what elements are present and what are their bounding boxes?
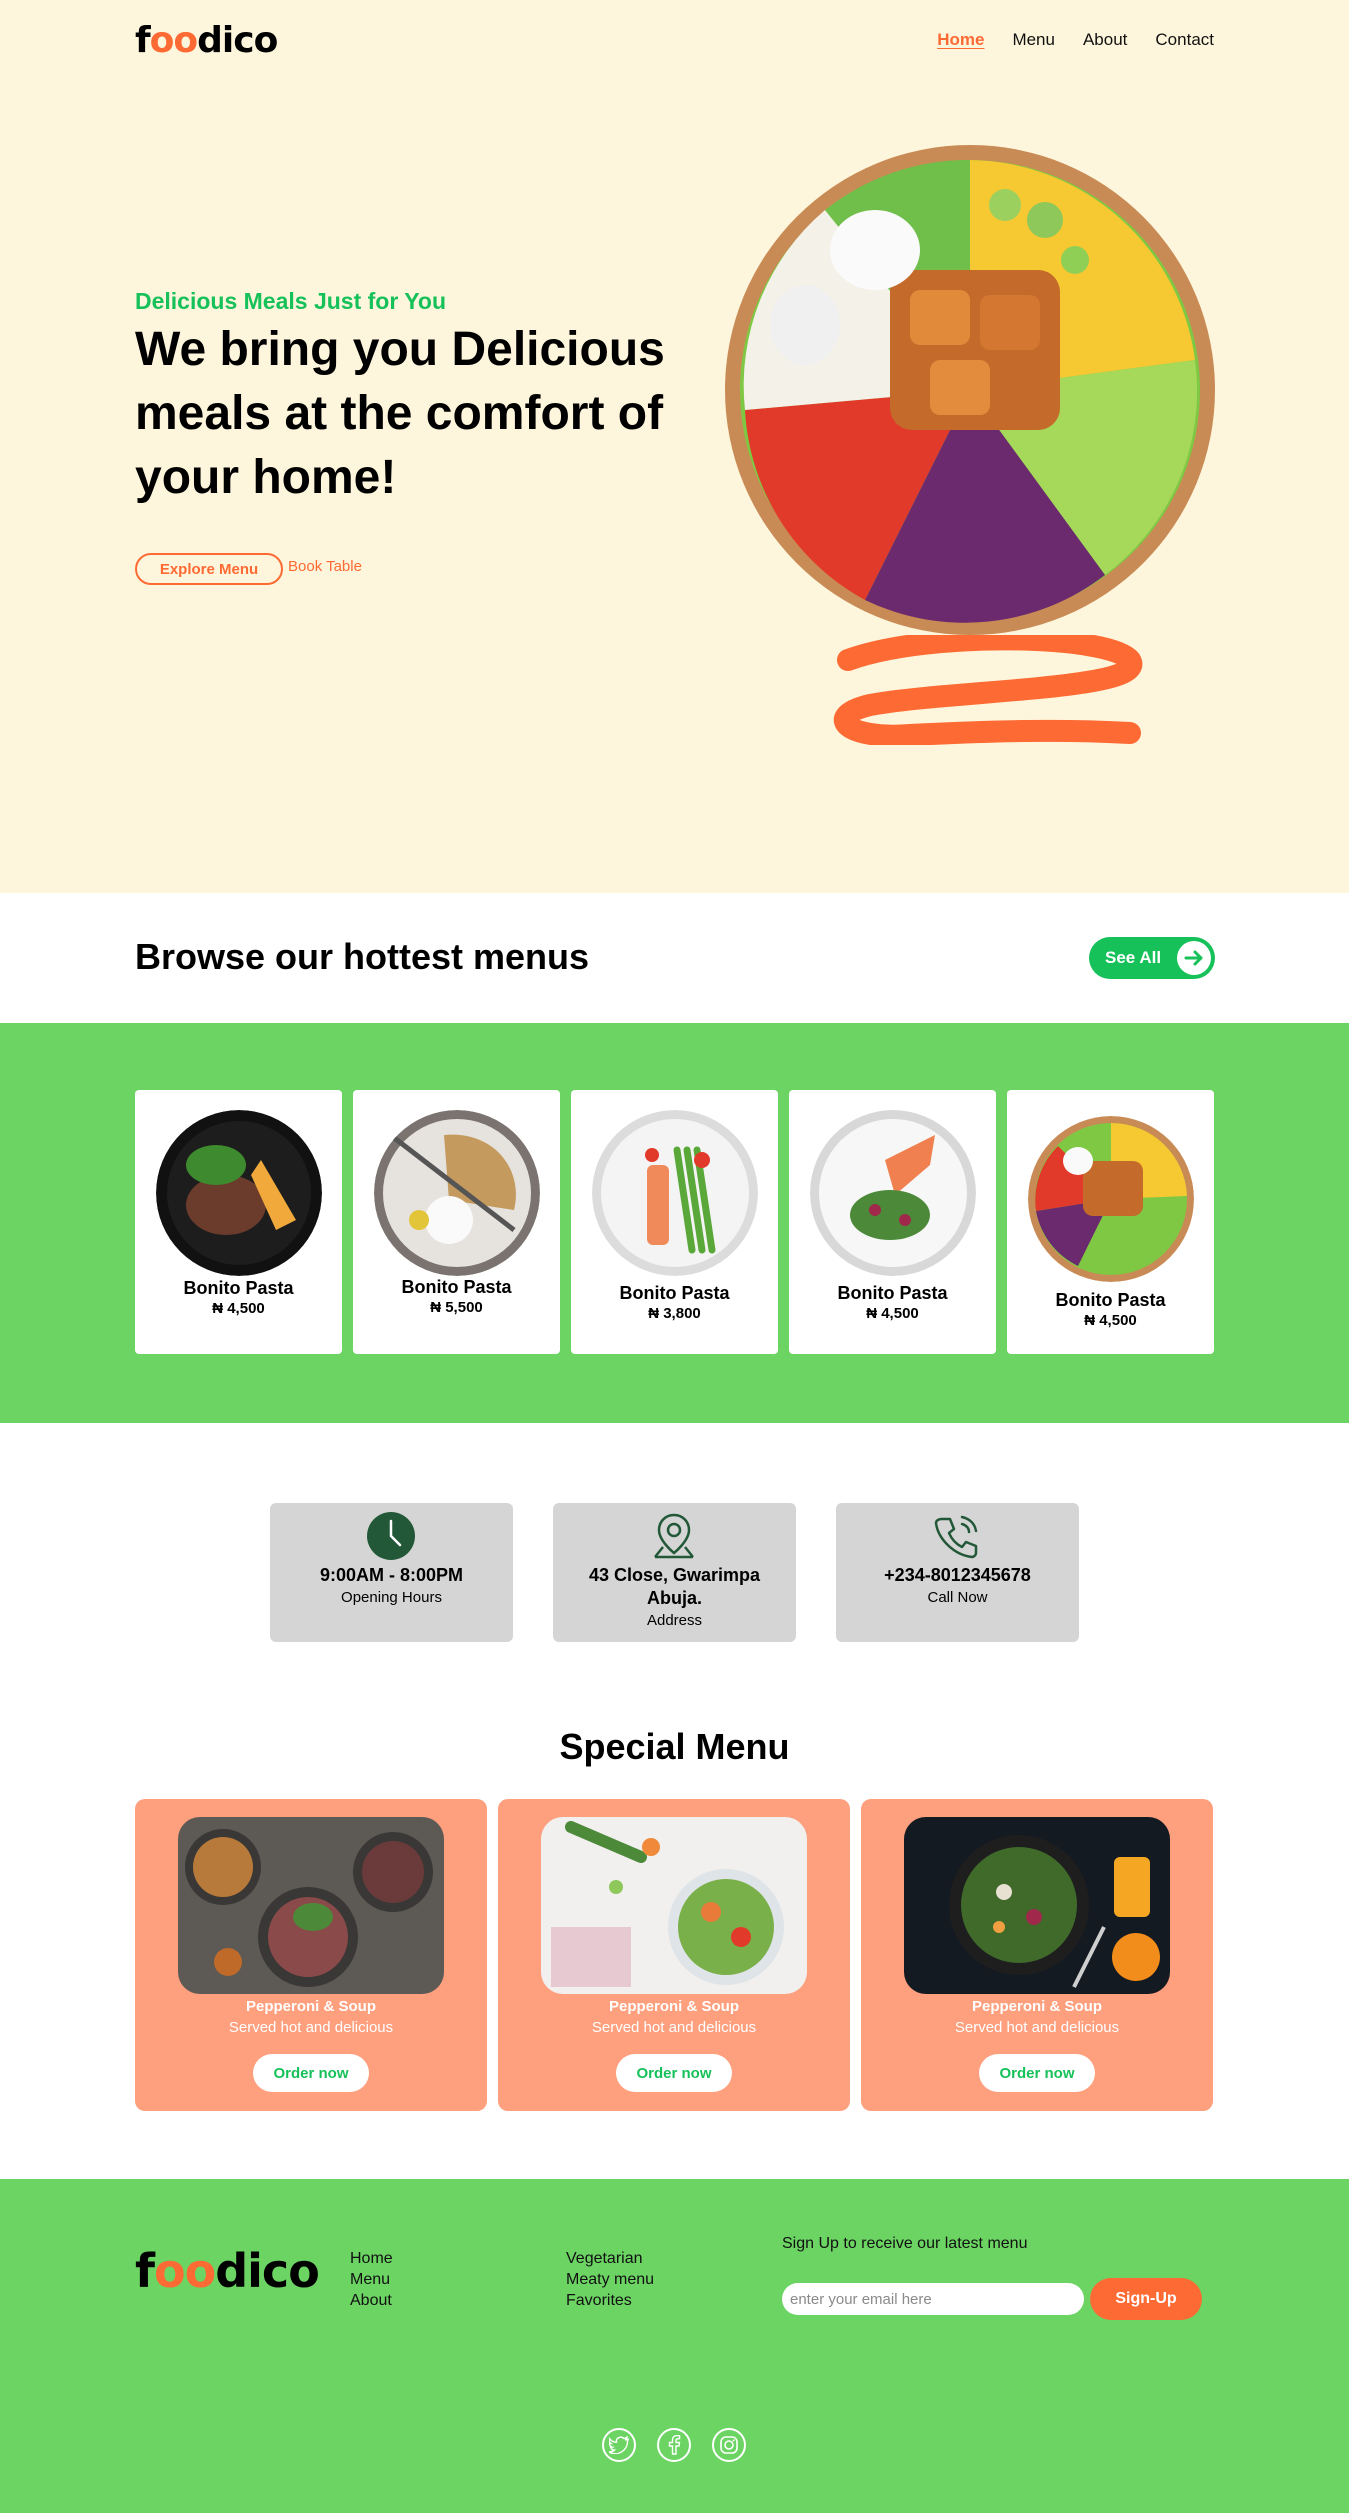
hero-headline: We bring you Delicious meals at the comf… xyxy=(135,323,665,504)
address-value: 43 Close, Gwarimpa Abuja. xyxy=(553,1564,796,1610)
orange-brush-stroke xyxy=(833,635,1143,745)
footer-links-categories: Vegetarian Meaty menu Favorites xyxy=(566,2248,654,2311)
address-label: Address xyxy=(646,1612,703,1629)
main-nav: Home Menu About Contact xyxy=(937,30,1214,50)
footer-link-about[interactable]: About xyxy=(350,2290,393,2311)
hero-tagline: Delicious Meals Just for You xyxy=(135,288,447,314)
arrow-right-icon xyxy=(1177,941,1211,975)
info-address-box: 43 Close, Gwarimpa Abuja. Address xyxy=(553,1503,796,1642)
twitter-icon[interactable] xyxy=(602,2428,636,2462)
special-item-name: Pepperoni & Soup xyxy=(608,1998,739,2015)
special-card: Pepperoni & Soup Served hot and deliciou… xyxy=(861,1799,1213,2111)
footer-link-menu[interactable]: Menu xyxy=(350,2269,393,2290)
opening-hours-value: 9:00AM - 8:00PM xyxy=(319,1565,464,1585)
instagram-icon[interactable] xyxy=(712,2428,746,2462)
signup-label: Sign Up to receive our latest menu xyxy=(782,2235,1028,2252)
logo-text-oo: oo xyxy=(154,2244,216,2298)
special-dish-image-1 xyxy=(178,1817,444,1994)
browse-section-title: Browse our hottest menus xyxy=(135,936,590,977)
menu-item-price: ₦ 4,500 xyxy=(212,1300,265,1317)
menu-item-price: ₦ 4,500 xyxy=(1084,1312,1137,1329)
menu-item-name: Bonito Pasta xyxy=(183,1278,294,1298)
special-item-desc: Served hot and delicious xyxy=(591,2019,757,2036)
menu-item-name: Bonito Pasta xyxy=(619,1283,730,1303)
menu-item-name: Bonito Pasta xyxy=(837,1283,948,1303)
logo-text-oo: oo xyxy=(149,20,198,61)
logo-text-f: f xyxy=(135,20,151,61)
special-item-name: Pepperoni & Soup xyxy=(245,1998,376,2015)
menu-card[interactable]: Bonito Pasta ₦ 4,500 xyxy=(135,1090,342,1354)
special-item-name: Pepperoni & Soup xyxy=(971,1998,1102,2015)
special-card: Pepperoni & Soup Served hot and deliciou… xyxy=(498,1799,850,2111)
location-pin-icon xyxy=(654,1513,694,1559)
nav-menu[interactable]: Menu xyxy=(1012,30,1055,50)
footer-logo[interactable]: foodico xyxy=(135,2244,320,2298)
nav-home[interactable]: Home xyxy=(937,30,984,50)
special-item-desc: Served hot and delicious xyxy=(954,2019,1120,2036)
footer-link-meaty-menu[interactable]: Meaty menu xyxy=(566,2269,654,2290)
logo-text-dico: dico xyxy=(197,20,278,61)
footer-link-favorites[interactable]: Favorites xyxy=(566,2290,654,2311)
menu-card[interactable]: Bonito Pasta ₦ 3,800 xyxy=(571,1090,778,1354)
order-now-button[interactable]: Order now xyxy=(979,2054,1095,2092)
hero-section: foodico Home Menu About Contact Deliciou… xyxy=(0,0,1349,893)
menu-item-price: ₦ 3,800 xyxy=(648,1305,701,1322)
hero-salad-bowl-image xyxy=(725,145,1215,635)
logo-text-dico: dico xyxy=(215,2244,320,2298)
facebook-icon[interactable] xyxy=(657,2428,691,2462)
menu-item-name: Bonito Pasta xyxy=(401,1277,512,1297)
dish-image-salmon-asparagus xyxy=(591,1110,758,1276)
footer-links-main: Home Menu About xyxy=(350,2248,393,2311)
site-footer xyxy=(0,2179,1349,2513)
dish-image-steak xyxy=(155,1110,322,1276)
call-now-label: Call Now xyxy=(927,1589,988,1606)
book-table-link[interactable]: Book Table xyxy=(288,558,362,575)
footer-link-home[interactable]: Home xyxy=(350,2248,393,2269)
see-all-button[interactable]: See All xyxy=(1089,937,1215,979)
dish-image-flatbread xyxy=(373,1110,540,1276)
menu-card[interactable]: Bonito Pasta ₦ 4,500 xyxy=(789,1090,996,1354)
explore-menu-button[interactable]: Explore Menu xyxy=(135,553,283,585)
order-now-button[interactable]: Order now xyxy=(253,2054,369,2092)
sign-up-button[interactable]: Sign-Up xyxy=(1090,2278,1202,2320)
phone-value: +234-8012345678 xyxy=(884,1565,1031,1585)
special-dish-image-3 xyxy=(904,1817,1170,1994)
nav-about[interactable]: About xyxy=(1083,30,1127,50)
logo-text-f: f xyxy=(135,2244,155,2298)
special-dish-image-2 xyxy=(541,1817,807,1994)
special-card: Pepperoni & Soup Served hot and deliciou… xyxy=(135,1799,487,2111)
special-menu-title: Special Menu xyxy=(559,1726,790,1767)
info-phone-box[interactable]: +234-8012345678 Call Now xyxy=(836,1503,1079,1642)
order-now-button[interactable]: Order now xyxy=(616,2054,732,2092)
site-logo[interactable]: foodico xyxy=(135,20,278,61)
dish-image-salmon-salad xyxy=(809,1110,976,1276)
address-line-1: 43 Close, Gwarimpa xyxy=(588,1565,761,1585)
menu-card[interactable]: Bonito Pasta ₦ 4,500 xyxy=(1007,1090,1214,1354)
phone-icon xyxy=(934,1515,978,1559)
nav-contact[interactable]: Contact xyxy=(1155,30,1214,50)
menu-item-price: ₦ 5,500 xyxy=(430,1299,483,1316)
clock-icon xyxy=(367,1512,415,1560)
dish-image-salad-bowl xyxy=(1027,1116,1194,1282)
opening-hours-label: Opening Hours xyxy=(341,1589,442,1606)
see-all-label: See All xyxy=(1105,948,1162,967)
email-input[interactable] xyxy=(782,2283,1084,2315)
special-item-desc: Served hot and delicious xyxy=(228,2019,394,2036)
menu-card[interactable]: Bonito Pasta ₦ 5,500 xyxy=(353,1090,560,1354)
footer-link-vegetarian[interactable]: Vegetarian xyxy=(566,2248,654,2269)
address-line-2: Abuja. xyxy=(646,1588,702,1608)
info-hours-box: 9:00AM - 8:00PM Opening Hours xyxy=(270,1503,513,1642)
menu-item-name: Bonito Pasta xyxy=(1055,1290,1166,1310)
menu-item-price: ₦ 4,500 xyxy=(866,1305,919,1322)
